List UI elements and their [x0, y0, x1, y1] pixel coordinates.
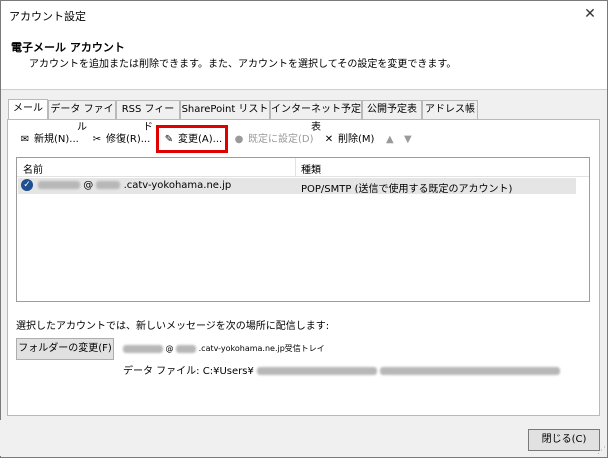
tab-data-files[interactable]: データ ファイル — [48, 100, 116, 133]
tab-internet-calendars[interactable]: インターネット予定表 — [270, 100, 362, 133]
account-at: @ — [83, 180, 94, 191]
tools-icon: ✂ — [92, 134, 102, 145]
header-panel: 電子メール アカウント アカウントを追加または削除できます。また、アカウントを選… — [1, 29, 607, 90]
redacted-text — [38, 181, 80, 189]
new-button-label: 新規(N)... — [34, 134, 79, 145]
default-check-icon: ✓ — [21, 179, 33, 191]
title-bar: アカウント設定 ✕ — [1, 1, 607, 29]
new-button[interactable]: ✉ 新規(N)... — [18, 131, 79, 149]
folder-at: @ — [165, 344, 174, 353]
redacted-text — [257, 367, 377, 375]
new-mail-icon: ✉ — [20, 134, 30, 145]
repair-button[interactable]: ✂ 修復(R)... — [90, 131, 151, 149]
delivery-description: 選択したアカウントでは、新しいメッセージを次の場所に配信します: — [16, 321, 330, 332]
change-button-highlight — [156, 125, 228, 153]
data-file-path: データ ファイル: C:¥Users¥ — [123, 362, 561, 377]
tab-address-books[interactable]: アドレス帳 — [422, 100, 478, 119]
header-description: アカウントを追加または削除できます。また、アカウントを選択してその設定を変更でき… — [29, 59, 457, 70]
account-name: @ .catv-yokohama.ne.jp — [38, 180, 231, 191]
check-circle-icon: ● — [234, 134, 244, 145]
arrow-up-icon[interactable]: ▲ — [386, 131, 394, 149]
delete-x-icon: ✕ — [324, 134, 334, 145]
change-folder-button[interactable]: フォルダーの変更(F) — [16, 338, 114, 360]
tab-sharepoint-lists[interactable]: SharePoint リスト — [180, 100, 270, 119]
data-file-label: データ ファイル: C:¥Users¥ — [123, 366, 254, 377]
delivery-folder-path: @ .catv-yokohama.ne.jp受信トレイ — [123, 343, 325, 354]
footer-bar — [0, 420, 606, 456]
account-type: POP/SMTP (送信で使用する既定のアカウント) — [301, 184, 513, 195]
column-type-header[interactable]: 種類 — [301, 161, 321, 176]
tab-mail[interactable]: メール — [8, 99, 48, 119]
arrow-down-icon[interactable]: ▼ — [404, 131, 412, 149]
tab-published-calendars[interactable]: 公開予定表 — [362, 100, 422, 119]
column-name-header[interactable]: 名前 — [23, 161, 43, 176]
set-default-label: 既定に設定(D) — [248, 134, 314, 145]
list-header: 名前 種類 — [17, 158, 589, 177]
table-row[interactable]: ✓ @ .catv-yokohama.ne.jp POP/SMTP (送信で使用… — [18, 178, 576, 195]
account-domain: .catv-yokohama.ne.jp — [123, 180, 232, 191]
delete-button[interactable]: ✕ 削除(M) — [322, 131, 375, 149]
repair-button-label: 修復(R)... — [106, 134, 151, 145]
redacted-text — [123, 344, 163, 353]
redacted-text — [96, 181, 121, 189]
account-list[interactable]: 名前 種類 ✓ @ .catv-yokohama.ne.jp POP/SMTP … — [16, 157, 590, 302]
redacted-text — [176, 344, 197, 353]
resize-grip-icon[interactable]: ⋰ — [597, 446, 606, 456]
close-icon[interactable]: ✕ — [579, 4, 601, 24]
set-default-button[interactable]: ● 既定に設定(D) — [232, 131, 314, 149]
redacted-text — [380, 367, 561, 375]
window-title: アカウント設定 — [9, 10, 86, 23]
tab-rss-feeds[interactable]: RSS フィード — [116, 100, 180, 133]
folder-target-suffix: .catv-yokohama.ne.jp受信トレイ — [198, 344, 325, 353]
column-divider — [295, 158, 296, 176]
header-title: 電子メール アカウント — [11, 41, 125, 54]
delete-button-label: 削除(M) — [338, 134, 375, 145]
close-button[interactable]: 閉じる(C) — [528, 429, 600, 451]
